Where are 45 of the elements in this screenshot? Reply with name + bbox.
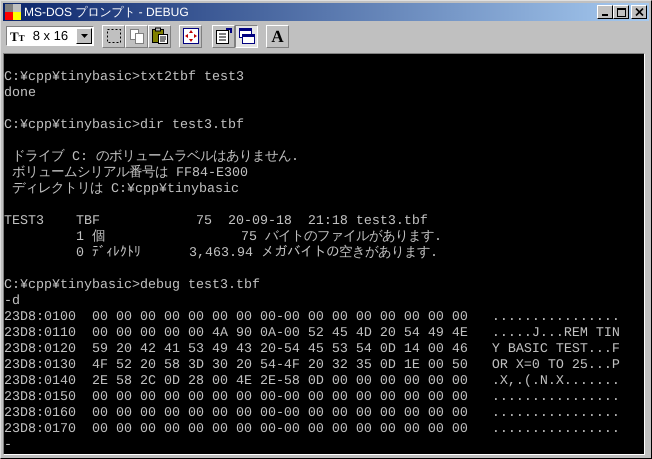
console-line: C:¥cpp¥tinybasic>debug test3.tbf	[4, 278, 260, 294]
console-line: 1 個 75 バイトのファイルがあります.	[74, 230, 442, 245]
close-button[interactable]	[631, 5, 647, 19]
font-size-value: 8 x 16	[32, 27, 70, 46]
console-line: 23D8:0110 00 00 00 00 00 4A 90 0A-00 52 45 4D 20 54 49 4E .....J...REM TIN	[4, 326, 620, 342]
close-icon	[634, 8, 644, 16]
fullscreen-button[interactable]	[179, 24, 202, 48]
console-line: 23D8:0120 59 20 42 41 53 49 43 20-54 45 53 54 0D 14 00 46 Y BASIC TEST...F	[4, 342, 620, 358]
copy-icon	[128, 28, 144, 44]
fullscreen-icon	[182, 27, 200, 45]
properties-button[interactable]	[212, 24, 235, 48]
console-line: ディレクトリは C:¥cpp¥tinybasic	[10, 182, 239, 198]
console-line: 23D8:0140 2E 58 2C 0D 28 00 4E 2E-58 0D 00 00 00 00 00 00 .X,.(.N.X.......	[4, 374, 620, 390]
console-line: 23D8:0170 00 00 00 00 00 00 00 00-00 00 00 00 00 00 00 00 ................	[4, 422, 620, 438]
msdos-icon	[5, 4, 21, 20]
console-line: 23D8:0130 4F 52 20 58 3D 30 20 54-4F 20 32 35 0D 1E 00 50 OR X=0 TO 25...P	[4, 358, 620, 374]
font-button[interactable]: A	[266, 24, 289, 48]
font-size-icon: TT	[10, 30, 25, 42]
console-line: 23D8:0100 00 00 00 00 00 00 00 00-00 00 00 00 00 00 00 00 ................	[4, 310, 620, 326]
console-line: TEST3 TBF 75 20-09-18 21:18 test3.tbf	[4, 214, 428, 230]
console-line: ドライブ C: のボリュームラベルはありません.	[10, 150, 299, 165]
console-line: ボリュームシリアル番号は FF84-E300	[10, 166, 248, 182]
paste-button[interactable]	[148, 24, 171, 48]
console-line: 23D8:0160 00 00 00 00 00 00 00 00-00 00 00 00 00 00 00 00 ................	[4, 406, 620, 422]
window-title: MS-DOS プロンプト - DEBUG	[24, 4, 190, 20]
maximize-icon	[616, 8, 626, 16]
maximize-button[interactable]	[613, 5, 629, 19]
paste-icon	[150, 27, 168, 45]
copy-button[interactable]	[125, 24, 148, 48]
console-line: C:¥cpp¥tinybasic>txt2tbf test3	[4, 70, 244, 86]
windows-icon	[238, 27, 256, 45]
minimize-button[interactable]	[597, 5, 613, 19]
selection-icon	[106, 28, 122, 44]
console-line: 23D8:0150 00 00 00 00 00 00 00 00-00 00 00 00 00 00 00 00 ................	[4, 390, 620, 406]
console-line: done	[4, 86, 36, 102]
caret-icon	[80, 34, 88, 38]
console-line: C:¥cpp¥tinybasic>dir test3.tbf	[4, 118, 244, 134]
console-line: -	[4, 438, 12, 454]
mark-button[interactable]	[102, 24, 125, 48]
console-line: -d	[4, 294, 20, 310]
minimize-icon	[602, 14, 608, 16]
properties-icon	[214, 27, 232, 45]
console-line: 0 ﾃﾞｨﾚｸﾄﾘ 3,463.94 メガバイトの空きがあります.	[74, 246, 438, 262]
dropdown-button[interactable]	[76, 28, 92, 44]
font-size-dropdown[interactable]: TT 8 x 16	[6, 26, 94, 46]
